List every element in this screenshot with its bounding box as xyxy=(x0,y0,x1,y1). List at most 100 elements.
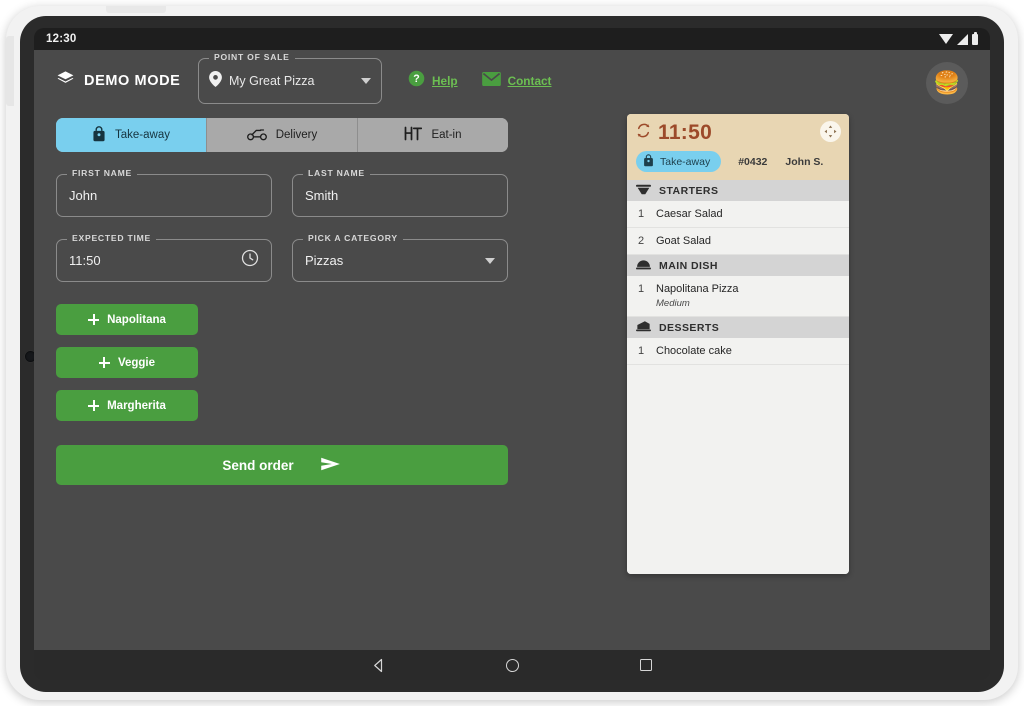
order-type-tabs: Take-away Delivery Eat-in xyxy=(56,118,508,152)
tablet-device-frame: 12:30 DEMO MODE POINT OF SALE My Great P… xyxy=(6,6,1018,700)
nav-recents-button[interactable] xyxy=(579,659,713,671)
shopping-bag-icon xyxy=(643,153,654,170)
brand-label: DEMO MODE xyxy=(84,73,181,89)
avatar[interactable]: 🍔 xyxy=(926,62,968,104)
burger-avatar-icon: 🍔 xyxy=(933,70,961,95)
order-form-column: Take-away Delivery Eat-in FIRST NAME Joh… xyxy=(56,112,508,574)
line-item-name: Caesar Salad xyxy=(656,208,723,220)
first-name-field[interactable]: FIRST NAME John xyxy=(56,168,272,217)
tab-take-away-label: Take-away xyxy=(115,129,170,141)
ticket-meta: Take-away #0432 John S. xyxy=(636,151,840,172)
line-item-qty: 2 xyxy=(638,235,645,247)
cake-slice-icon xyxy=(636,320,651,335)
ticket-section-title: DESSERTS xyxy=(659,321,720,334)
nav-back-button[interactable] xyxy=(311,658,445,673)
ticket-section-header: DESSERTS xyxy=(627,317,849,338)
ticket-time: 11:50 xyxy=(658,121,713,144)
tab-delivery[interactable]: Delivery xyxy=(207,118,358,152)
status-clock: 12:30 xyxy=(46,33,77,45)
add-product-button[interactable]: Napolitana xyxy=(56,304,198,335)
ticket-line-item: 1 Napolitana Pizza Medium xyxy=(627,276,849,317)
tab-take-away[interactable]: Take-away xyxy=(56,118,207,152)
product-label: Margherita xyxy=(107,399,166,412)
refresh-icon xyxy=(636,123,651,143)
category-select[interactable]: PICK A CATEGORY Pizzas xyxy=(292,233,508,282)
line-item-option: Medium xyxy=(656,298,690,309)
last-name-field[interactable]: LAST NAME Smith xyxy=(292,168,508,217)
shopping-bag-icon xyxy=(92,125,106,145)
last-name-legend: LAST NAME xyxy=(303,168,370,178)
category-value: Pizzas xyxy=(305,253,344,268)
product-label: Veggie xyxy=(117,356,156,369)
name-row: FIRST NAME John LAST NAME Smith xyxy=(56,168,508,217)
last-name-value: Smith xyxy=(305,188,339,203)
tab-eat-in-label: Eat-in xyxy=(431,129,462,141)
ticket-line-item: 2 Goat Salad xyxy=(627,228,849,255)
android-status-bar: 12:30 xyxy=(34,28,990,50)
plus-icon xyxy=(88,400,100,411)
move-handle-icon[interactable] xyxy=(820,121,841,142)
ticket-column: 11:50 Take-away #0432 John S. STARTERS 1… xyxy=(508,112,968,574)
send-order-button[interactable]: Send order xyxy=(56,445,508,485)
add-product-button[interactable]: Margherita xyxy=(56,390,198,421)
top-links: ? Help Contact xyxy=(408,70,552,92)
point-of-sale-value: My Great Pizza xyxy=(229,74,315,88)
plus-icon xyxy=(98,357,110,368)
product-button-list: Napolitana Veggie Margherita xyxy=(56,304,508,421)
bowl-icon xyxy=(636,184,651,198)
line-item-body: Napolitana Pizza Medium xyxy=(656,283,739,309)
help-link-label: Help xyxy=(432,74,458,88)
line-item-name: Napolitana Pizza xyxy=(656,283,739,295)
battery-icon xyxy=(972,31,978,45)
line-item-name: Chocolate cake xyxy=(656,345,732,357)
ticket-customer-name: John S. xyxy=(785,155,824,168)
android-navigation-bar xyxy=(34,650,990,680)
send-arrow-icon xyxy=(320,456,342,475)
nav-home-button[interactable] xyxy=(445,658,579,672)
ticket-chip-label: Take-away xyxy=(660,155,711,168)
ticket-section-header: STARTERS xyxy=(627,180,849,201)
device-side-button xyxy=(6,36,14,106)
category-legend: PICK A CATEGORY xyxy=(303,233,403,243)
help-link[interactable]: ? Help xyxy=(408,70,458,92)
pos-application: DEMO MODE POINT OF SALE My Great Pizza ?… xyxy=(34,50,990,650)
question-circle-icon: ? xyxy=(408,70,425,92)
expected-time-field[interactable]: EXPECTED TIME 11:50 xyxy=(56,233,272,282)
app-main: Take-away Delivery Eat-in FIRST NAME Joh… xyxy=(34,112,990,574)
table-icon xyxy=(404,126,423,144)
ticket-section-title: STARTERS xyxy=(659,184,719,197)
clock-icon[interactable] xyxy=(241,249,259,272)
ticket-section-title: MAIN DISH xyxy=(659,259,718,272)
app-top-bar: DEMO MODE POINT OF SALE My Great Pizza ?… xyxy=(34,50,990,112)
device-screen: 12:30 DEMO MODE POINT OF SALE My Great P… xyxy=(34,28,990,680)
point-of-sale-select[interactable]: POINT OF SALE My Great Pizza xyxy=(198,52,382,104)
cloche-icon xyxy=(636,259,651,273)
first-name-legend: FIRST NAME xyxy=(67,168,138,178)
map-pin-icon xyxy=(209,70,222,92)
contact-link-label: Contact xyxy=(507,74,552,88)
ticket-time-row: 11:50 xyxy=(636,121,840,145)
line-item-name: Goat Salad xyxy=(656,235,712,247)
ticket-order-number: #0432 xyxy=(738,155,768,168)
home-circle-icon xyxy=(505,658,519,672)
add-product-button[interactable]: Veggie xyxy=(56,347,198,378)
brand-block: DEMO MODE xyxy=(56,69,184,93)
status-icon-group xyxy=(939,31,978,45)
ticket-empty-space xyxy=(627,365,849,574)
tab-eat-in[interactable]: Eat-in xyxy=(358,118,508,152)
chevron-down-icon xyxy=(361,78,371,84)
chevron-down-icon xyxy=(485,257,495,264)
send-order-label: Send order xyxy=(222,457,294,473)
layers-icon xyxy=(56,69,75,93)
ticket-section-header: MAIN DISH xyxy=(627,255,849,276)
ticket-line-item: 1 Caesar Salad xyxy=(627,201,849,228)
ticket-header: 11:50 Take-away #0432 John S. xyxy=(627,114,849,180)
contact-link[interactable]: Contact xyxy=(481,71,552,91)
wifi-icon xyxy=(939,34,953,44)
line-item-qty: 1 xyxy=(638,208,645,220)
screenshot-root: 12:30 DEMO MODE POINT OF SALE My Great P… xyxy=(0,0,1024,706)
tab-delivery-label: Delivery xyxy=(275,129,318,141)
first-name-value: John xyxy=(69,188,98,203)
ticket-order-type-chip: Take-away xyxy=(636,151,722,172)
line-item-qty: 1 xyxy=(638,345,645,357)
